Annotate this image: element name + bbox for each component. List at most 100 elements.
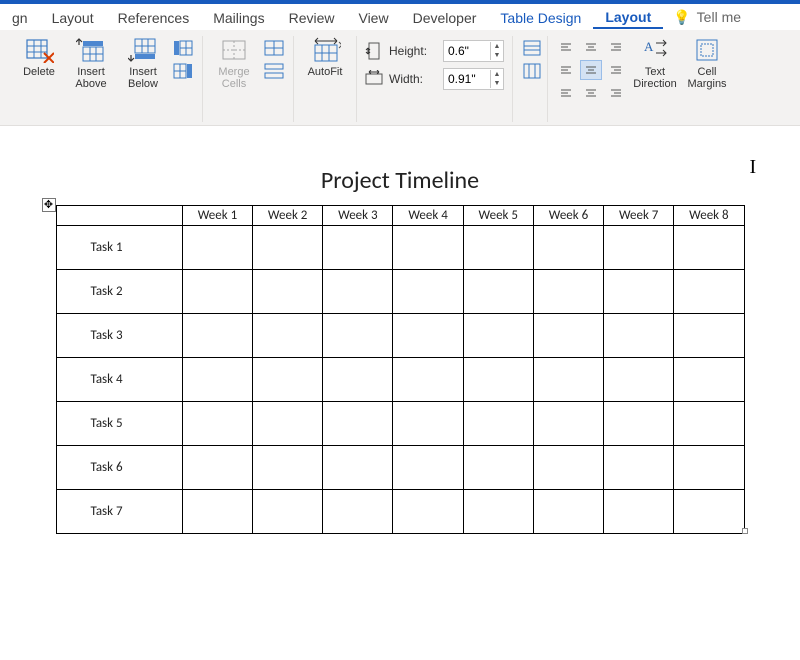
tab-references[interactable]: References (106, 6, 202, 28)
align-top-left[interactable] (556, 38, 578, 58)
height-up[interactable]: ▲ (491, 42, 503, 51)
data-cell[interactable] (253, 358, 323, 402)
align-bot-right[interactable] (604, 82, 626, 102)
data-cell[interactable] (323, 270, 393, 314)
align-bot-center[interactable] (580, 82, 602, 102)
split-cells-button[interactable] (263, 38, 285, 58)
data-cell[interactable] (253, 270, 323, 314)
data-cell[interactable] (533, 446, 603, 490)
data-cell[interactable] (182, 314, 252, 358)
data-cell[interactable] (604, 446, 674, 490)
header-cell[interactable]: Week 7 (604, 206, 674, 226)
data-cell[interactable] (393, 402, 463, 446)
align-mid-center[interactable] (580, 60, 602, 80)
data-cell[interactable] (393, 314, 463, 358)
data-cell[interactable] (533, 402, 603, 446)
align-bot-left[interactable] (556, 82, 578, 102)
data-cell[interactable] (533, 270, 603, 314)
split-table-button[interactable] (263, 61, 285, 81)
width-down[interactable]: ▼ (491, 79, 503, 88)
tab-table-layout[interactable]: Layout (593, 5, 663, 29)
data-cell[interactable] (182, 490, 252, 534)
tab-table-design[interactable]: Table Design (488, 6, 593, 28)
data-cell[interactable] (604, 314, 674, 358)
document-area[interactable]: Project Timeline ✥ Week 1 Week 2 Week 3 … (0, 126, 800, 534)
data-cell[interactable] (253, 226, 323, 270)
data-cell[interactable] (393, 358, 463, 402)
data-cell[interactable] (393, 490, 463, 534)
row-label-cell[interactable]: Task 7 (56, 490, 182, 534)
data-cell[interactable] (393, 226, 463, 270)
data-cell[interactable] (182, 446, 252, 490)
insert-below-button[interactable]: Insert Below (120, 36, 166, 90)
header-cell[interactable]: Week 3 (323, 206, 393, 226)
data-cell[interactable] (533, 226, 603, 270)
cell-margins-button[interactable]: Cell Margins (684, 36, 730, 90)
data-cell[interactable] (674, 358, 744, 402)
insert-above-button[interactable]: Insert Above (68, 36, 114, 90)
align-mid-right[interactable] (604, 60, 626, 80)
text-direction-button[interactable]: A Text Direction (632, 36, 678, 90)
data-cell[interactable] (323, 314, 393, 358)
row-label-cell[interactable]: Task 1 (56, 226, 182, 270)
data-cell[interactable] (674, 490, 744, 534)
data-cell[interactable] (253, 446, 323, 490)
row-label-cell[interactable]: Task 3 (56, 314, 182, 358)
align-mid-left[interactable] (556, 60, 578, 80)
header-cell[interactable]: Week 5 (463, 206, 533, 226)
data-cell[interactable] (674, 314, 744, 358)
header-cell[interactable]: Week 8 (674, 206, 744, 226)
table-move-handle[interactable]: ✥ (42, 198, 56, 212)
data-cell[interactable] (253, 402, 323, 446)
data-cell[interactable] (674, 402, 744, 446)
data-cell[interactable] (323, 490, 393, 534)
tab-design-partial[interactable]: gn (0, 6, 40, 28)
data-cell[interactable] (674, 270, 744, 314)
data-cell[interactable] (604, 226, 674, 270)
width-up[interactable]: ▲ (491, 70, 503, 79)
document-title[interactable]: Project Timeline (56, 166, 745, 195)
data-cell[interactable] (463, 314, 533, 358)
data-cell[interactable] (463, 270, 533, 314)
data-cell[interactable] (323, 358, 393, 402)
insert-left-button[interactable] (172, 38, 194, 58)
row-label-cell[interactable]: Task 4 (56, 358, 182, 402)
data-cell[interactable] (182, 270, 252, 314)
data-cell[interactable] (393, 446, 463, 490)
tab-view[interactable]: View (346, 6, 400, 28)
width-input[interactable] (444, 72, 490, 86)
data-cell[interactable] (463, 446, 533, 490)
tab-review[interactable]: Review (277, 6, 347, 28)
data-cell[interactable] (182, 402, 252, 446)
data-cell[interactable] (604, 358, 674, 402)
data-cell[interactable] (463, 358, 533, 402)
delete-button[interactable]: Delete (16, 36, 62, 78)
row-label-cell[interactable]: Task 6 (56, 446, 182, 490)
autofit-button[interactable]: AutoFit (302, 36, 348, 78)
height-input[interactable] (444, 44, 490, 58)
row-label-cell[interactable]: Task 2 (56, 270, 182, 314)
insert-right-button[interactable] (172, 61, 194, 81)
data-cell[interactable] (182, 226, 252, 270)
header-cell[interactable]: Week 4 (393, 206, 463, 226)
data-cell[interactable] (463, 226, 533, 270)
header-cell-blank[interactable] (56, 206, 182, 226)
data-cell[interactable] (323, 446, 393, 490)
header-cell[interactable]: Week 1 (182, 206, 252, 226)
distribute-columns-button[interactable] (521, 61, 543, 81)
data-cell[interactable] (674, 446, 744, 490)
data-cell[interactable] (463, 490, 533, 534)
data-cell[interactable] (674, 226, 744, 270)
tab-layout[interactable]: Layout (40, 6, 106, 28)
table-resize-handle[interactable] (742, 528, 748, 534)
width-spinner[interactable]: ▲▼ (443, 68, 504, 90)
data-cell[interactable] (604, 490, 674, 534)
align-top-center[interactable] (580, 38, 602, 58)
data-cell[interactable] (533, 358, 603, 402)
timeline-table[interactable]: Week 1 Week 2 Week 3 Week 4 Week 5 Week … (56, 205, 745, 534)
data-cell[interactable] (604, 402, 674, 446)
data-cell[interactable] (604, 270, 674, 314)
tell-me[interactable]: 💡 Tell me (663, 9, 741, 26)
height-down[interactable]: ▼ (491, 51, 503, 60)
data-cell[interactable] (533, 314, 603, 358)
